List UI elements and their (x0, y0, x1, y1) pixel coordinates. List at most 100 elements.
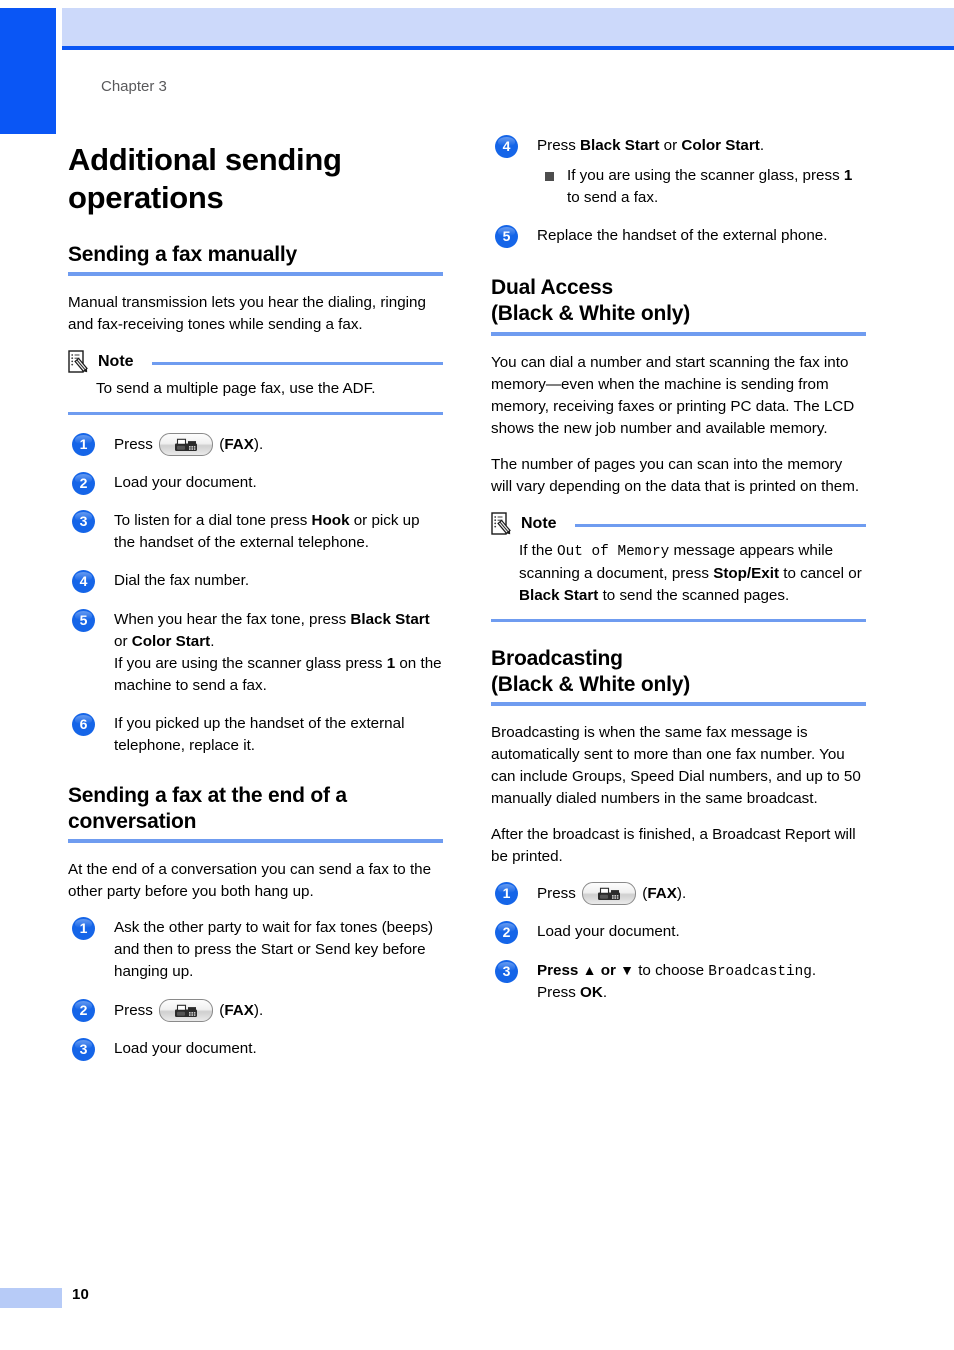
step-item: 1 Press (FAX). (68, 433, 443, 457)
dual-access-para-2: The number of pages you can scan into th… (491, 455, 860, 495)
key-label-one: 1 (843, 167, 853, 185)
note-header-rule (574, 523, 866, 527)
step-text: Load your document. (537, 923, 680, 941)
step-text: . (759, 137, 765, 154)
step-text: or (114, 632, 132, 650)
heading-line-1: Dual Access (491, 276, 613, 300)
chapter-label: Chapter 3 (101, 78, 167, 95)
note-title: Note (521, 514, 557, 532)
sub-bullet-text: to send a fax. (567, 189, 659, 207)
note-block-adf: Note To send a multiple page fax, use th… (68, 350, 443, 416)
key-label-black-start: Black Start (519, 586, 599, 604)
step-number-badge: 6 (72, 712, 95, 736)
step-number-badge: 2 (72, 999, 95, 1023)
note-footer-rule (491, 618, 866, 622)
step-number-badge: 1 (495, 882, 518, 906)
step-number-badge: 4 (495, 135, 518, 158)
right-column: 4 Press Black Start or Color Start. If y… (491, 135, 866, 1020)
note-pencil-icon (68, 350, 90, 374)
step-text-press: Press (114, 436, 153, 454)
key-label-black-start: Black Start (580, 137, 660, 154)
note-block-out-of-memory: Note If the Out of Memory message appear… (491, 512, 866, 622)
step-text: When you hear the fax tone, press (114, 610, 351, 628)
key-label-color-start: Color Start (131, 632, 211, 650)
step-number-badge: 3 (72, 510, 95, 534)
section-rule (491, 702, 866, 707)
footer-edge-tab (0, 1288, 62, 1308)
step-item: 2 Load your document. (68, 472, 443, 496)
step-item: 1 Ask the other party to wait for fax to… (68, 917, 443, 983)
key-label-fax: FAX (224, 1002, 254, 1020)
heading-line-2: (Black & White only) (491, 302, 691, 326)
fax-key-icon[interactable] (159, 999, 214, 1023)
step-text-press: Press (114, 1002, 153, 1020)
chapter-edge-tab (0, 8, 56, 134)
step-number-badge: 2 (495, 921, 518, 945)
step-item: 4 Press Black Start or Color Start. If y… (491, 135, 866, 209)
section-heading-sending-fax-manually: Sending a fax manually (68, 243, 297, 266)
step-item: 3 Load your document. (68, 1038, 443, 1062)
key-label-black-start: Black Start (350, 610, 430, 628)
step-text-close-paren: ). (253, 1002, 264, 1020)
step-number-badge: 3 (72, 1038, 95, 1062)
step-item: 5 When you hear the fax tone, press Blac… (68, 608, 443, 697)
lcd-message-out-of-memory: Out of Memory (557, 543, 670, 560)
page-number: 10 (72, 1286, 90, 1303)
step-item: 6 If you picked up the handset of the ex… (68, 712, 443, 757)
note-text: If the (519, 541, 557, 559)
key-label-hook: Hook (311, 512, 350, 530)
note-header: Note (68, 350, 443, 374)
step-text: Replace the handset of the external phon… (537, 227, 828, 245)
note-header: Note (491, 512, 866, 536)
page-header-band (62, 8, 954, 46)
step-text-press: Press (537, 885, 576, 903)
step-item: 2 Load your document. (491, 921, 866, 945)
step-text: to choose (633, 961, 709, 979)
page-header-rule (62, 46, 954, 50)
step-number-badge: 4 (72, 570, 95, 594)
step-text: Press (537, 137, 581, 154)
note-pencil-icon (491, 512, 513, 536)
step-number-badge: 5 (72, 608, 95, 632)
key-label-stop-exit: Stop/Exit (713, 564, 780, 582)
note-footer-rule (68, 412, 443, 416)
step-item: 3 To listen for a dial tone press Hook o… (68, 510, 443, 554)
step-text-line2: If you are using the scanner glass press (114, 654, 387, 672)
left-column: Additional sending operations Sending a … (68, 135, 443, 1076)
step-item: 5 Replace the handset of the external ph… (491, 225, 866, 249)
sub-bullet-text: If you are using the scanner glass, pres… (567, 167, 844, 185)
step-number-badge: 1 (72, 917, 95, 941)
section-rule (491, 331, 866, 336)
arrow-down-icon: ▼ (620, 961, 634, 978)
note-header-rule (151, 362, 443, 366)
section-heading-dual-access: Dual Access (Black & White only) (491, 275, 866, 328)
key-label-ok: OK (580, 984, 603, 1002)
step-text: . (811, 961, 817, 979)
fax-key-icon[interactable] (582, 882, 637, 906)
section-heading-broadcasting: Broadcasting (Black & White only) (491, 646, 866, 699)
section-rule (68, 839, 443, 844)
section2-intro: At the end of a conversation you can sen… (68, 861, 432, 901)
step-text: Press (537, 961, 583, 979)
key-label-fax: FAX (647, 885, 677, 903)
note-text: to send the scanned pages. (598, 586, 790, 604)
broadcasting-para-2: After the broadcast is finished, a Broad… (491, 826, 856, 866)
note-body: If the Out of Memory message appears whi… (519, 540, 866, 607)
step-text: To listen for a dial tone press (114, 512, 312, 530)
step-number-badge: 2 (72, 472, 95, 496)
step-text-line2: Press (537, 984, 581, 1002)
step-text: If you picked up the handset of the exte… (114, 714, 405, 754)
step-item: 3 Press ▲ or ▼ to choose Broadcasting. P… (491, 959, 866, 1005)
step-text: Ask the other party to wait for fax tone… (114, 919, 434, 981)
broadcasting-para-1: Broadcasting is when the same fax messag… (491, 724, 861, 808)
step-text-close-paren: ). (676, 885, 687, 903)
step-text-line2: . (602, 984, 608, 1002)
arrow-up-icon: ▲ (582, 961, 597, 978)
note-text: to cancel or (779, 564, 862, 582)
dual-access-para-1: You can dial a number and start scanning… (491, 353, 855, 437)
section-rule (68, 272, 443, 277)
step-text-close-paren: ). (253, 436, 264, 454)
step-number-badge: 5 (495, 225, 518, 249)
fax-key-icon[interactable] (159, 433, 214, 457)
step-number-badge: 1 (72, 433, 95, 457)
